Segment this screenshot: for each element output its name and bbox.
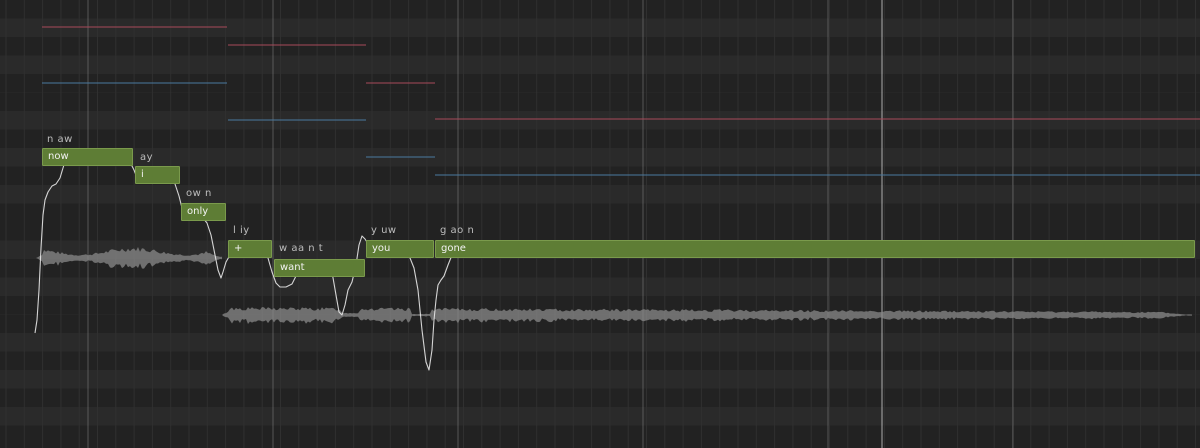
note-lyric: want — [280, 262, 305, 273]
note-block[interactable]: + — [228, 240, 272, 258]
audio-waveform — [36, 247, 222, 269]
phoneme-label: ay — [140, 152, 154, 163]
phoneme-label: l iy — [233, 225, 250, 236]
note-lyric: + — [234, 243, 243, 254]
phoneme-label: y uw — [371, 225, 397, 236]
phoneme-label: w aa n t — [279, 243, 324, 254]
note-lyric: i — [141, 169, 144, 180]
note-block[interactable]: i — [135, 166, 180, 184]
note-block[interactable]: only — [181, 203, 226, 221]
note-lyric: now — [48, 151, 69, 162]
note-block[interactable]: gone — [435, 240, 1195, 258]
audio-waveform — [222, 307, 1192, 324]
phoneme-label: g ao n — [440, 225, 475, 236]
phoneme-label: ow n — [186, 188, 212, 199]
piano-roll-editor[interactable]: n aw ay ow n l iy w aa n t y uw g ao n n… — [0, 0, 1200, 448]
note-lyric: gone — [441, 243, 466, 254]
note-lyric: you — [372, 243, 391, 254]
pitch-overlay — [5, 0, 1200, 448]
phoneme-label: n aw — [47, 134, 73, 145]
note-lyric: only — [187, 206, 209, 217]
note-block[interactable]: want — [274, 259, 365, 277]
note-block[interactable]: now — [42, 148, 133, 166]
note-block[interactable]: you — [366, 240, 434, 258]
